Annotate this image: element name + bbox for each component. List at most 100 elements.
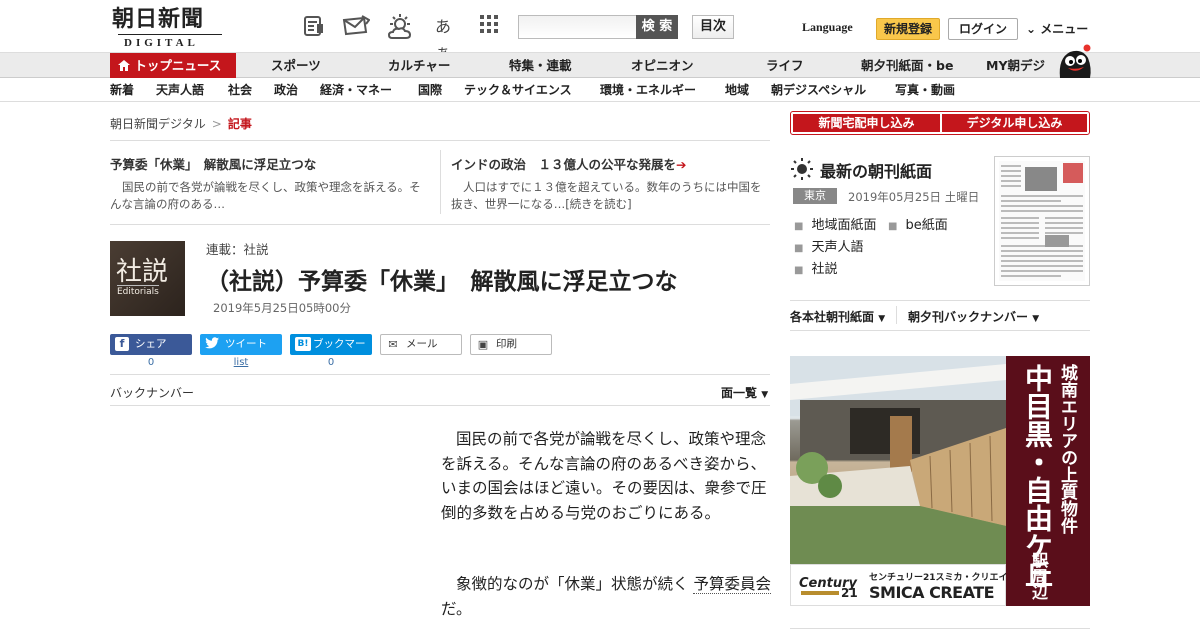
bullet: ■	[794, 243, 804, 254]
nav-photo-video[interactable]: 写真・動画	[895, 78, 955, 102]
paragraph-text: だ。	[441, 599, 472, 618]
divider	[110, 140, 770, 141]
menu-button[interactable]: ⌄ メニュー	[1026, 20, 1088, 37]
backnumber-dropdown[interactable]: 朝夕刊バックナンバー ▼	[908, 308, 1039, 325]
primary-nav: トップニュース スポーツ カルチャー 特集・連載 オピニオン ライフ 朝夕刊紙面…	[0, 52, 1200, 78]
language-link[interactable]: Language	[802, 20, 853, 35]
region-badge: 東京	[793, 188, 837, 204]
arrow-right-icon: ➔	[676, 157, 687, 172]
grid-icon[interactable]	[476, 14, 502, 40]
toc-button[interactable]: 目次	[692, 15, 734, 39]
nav-sports[interactable]: スポーツ	[271, 53, 321, 78]
menu-label: メニュー	[1040, 22, 1089, 36]
term-link[interactable]: 予算委員会	[693, 575, 771, 594]
weather-icon[interactable]	[386, 14, 412, 40]
logo-sub: DIGITAL	[124, 37, 199, 49]
related-article-1[interactable]: 予算委「休業」 解散風に浮足立つな 国民の前で各党が論戦を尽くし、政策や理念を訴…	[110, 154, 428, 213]
morning-paper-title[interactable]: 最新の朝刊紙面	[820, 158, 932, 182]
nav-opinion[interactable]: オピニオン	[631, 53, 694, 78]
link-label: be紙面	[905, 218, 948, 233]
logo-main: 朝日新聞	[112, 6, 205, 32]
tweet-list-link[interactable]: list	[200, 357, 282, 368]
mail-label: メール	[406, 338, 438, 350]
mail-share-button[interactable]: ✉ メール	[380, 334, 462, 355]
mail-icon[interactable]	[342, 14, 371, 40]
caret-down-icon: ▼	[761, 390, 769, 400]
paper-subscribe-button[interactable]: 新聞宅配申し込み	[793, 114, 940, 132]
ad-brand-large: SMICA CREATE	[869, 583, 995, 602]
related-title: インドの政治 １３億人の公平な発展を➔	[451, 154, 769, 173]
divider	[790, 628, 1090, 629]
page-list-label: 面一覧	[721, 386, 758, 400]
mascot-icon[interactable]	[1056, 44, 1092, 78]
login-button[interactable]: ログイン	[948, 18, 1018, 40]
breadcrumb-separator: >	[211, 117, 222, 131]
nav-culture[interactable]: カルチャー	[388, 53, 450, 78]
hatena-icon: B!	[295, 337, 311, 351]
font-size-icon[interactable]: あぁ	[430, 14, 456, 62]
series-label[interactable]: 連載：社説	[206, 239, 269, 258]
page-list-dropdown[interactable]: 面一覧 ▼	[721, 384, 768, 401]
digital-subscribe-button[interactable]: デジタル申し込み	[942, 114, 1087, 132]
nav-economy[interactable]: 経済・マネー	[320, 78, 392, 102]
search-input[interactable]	[518, 15, 636, 39]
ad-brand-small: センチュリー21スミカ・クリエイト	[869, 573, 1017, 583]
register-button[interactable]: 新規登録	[876, 18, 940, 40]
link-label: 天声人語	[811, 240, 864, 255]
facebook-icon: f	[115, 337, 129, 351]
search-button[interactable]: 検 索	[636, 15, 678, 39]
be-paper-link[interactable]: ■ be紙面	[888, 214, 948, 233]
nav-environment[interactable]: 環境・エネルギー	[600, 78, 696, 102]
article-date: 2019年5月25日05時00分	[213, 301, 351, 315]
tensei-jingo-link[interactable]: ■ 天声人語	[794, 236, 863, 255]
hatena-bookmark-button[interactable]: B! ブックマーク	[290, 334, 372, 371]
breadcrumb-home[interactable]: 朝日新聞デジタル	[110, 117, 206, 131]
caret-down-icon: ▼	[1032, 314, 1040, 324]
facebook-share-button[interactable]: f シェア	[110, 334, 192, 355]
thumb-english: Editorials	[117, 285, 159, 297]
link-label: 社説	[811, 262, 838, 277]
nav-international[interactable]: 国際	[418, 78, 442, 102]
site-logo[interactable]: 朝日新聞 DIGITAL	[112, 6, 228, 49]
newspaper-icon[interactable]	[301, 14, 327, 40]
editorial-link[interactable]: ■ 社説	[794, 258, 837, 277]
ad-copy-panel: 城南エリアの上質物件 中目黒・自由ケ丘 駅周辺	[1006, 356, 1090, 606]
printer-icon: ▣	[477, 338, 489, 351]
paper-thumbnail[interactable]	[994, 156, 1090, 286]
divider	[110, 374, 770, 375]
tweet-button[interactable]: ツイート	[200, 334, 282, 355]
related-summary: 国民の前で各党が論戦を尽くし、政策や理念を訴える。そんな言論の府のある…	[110, 180, 421, 211]
editorial-thumbnail: 社説 Editorials	[110, 241, 185, 316]
caret-down-icon: ▼	[878, 314, 886, 324]
nav-tech-science[interactable]: テック＆サイエンス	[464, 78, 572, 102]
nav-latest[interactable]: 新着	[110, 78, 134, 102]
divider	[110, 405, 770, 406]
paper-date: 2019年05月25日 土曜日	[848, 190, 980, 204]
share-label: シェア	[135, 338, 167, 350]
related-article-2[interactable]: インドの政治 １３億人の公平な発展を➔ 人口はすでに１３億を超えている。数年のう…	[451, 154, 769, 213]
nav-special[interactable]: 朝デジスペシャル	[771, 78, 866, 102]
article-paragraph: 国民の前で各党が論戦を尽くし、政策や理念を訴える。そんな言論の府のあるべき姿から…	[441, 430, 767, 522]
nav-features[interactable]: 特集・連載	[509, 53, 572, 78]
regional-paper-link[interactable]: ■ 地域面紙面	[794, 214, 876, 233]
ad-brand-bar: Century 21 センチュリー21スミカ・クリエイト SMICA CREATE	[790, 564, 1017, 606]
article-paragraph: 象徴的なのが「休業」状態が続く 予算委員会 だ。	[441, 572, 773, 621]
nav-society[interactable]: 社会	[228, 78, 252, 102]
backnumber-link[interactable]: バックナンバー	[110, 384, 194, 401]
twitter-icon	[205, 337, 219, 351]
nav-top-news[interactable]: トップニュース	[110, 53, 236, 78]
nav-paper-be[interactable]: 朝夕刊紙面・be	[861, 53, 953, 78]
secondary-nav: 新着 天声人語 社会 政治 経済・マネー 国際 テック＆サイエンス 環境・エネル…	[0, 78, 1200, 102]
nav-life[interactable]: ライフ	[766, 53, 804, 78]
nav-tensei[interactable]: 天声人語	[156, 78, 204, 102]
nav-politics[interactable]: 政治	[274, 78, 298, 102]
related-title: 予算委「休業」 解散風に浮足立つな	[110, 157, 317, 172]
regional-morning-dropdown[interactable]: 各本社朝刊紙面 ▼	[790, 308, 885, 325]
nav-region[interactable]: 地域	[725, 78, 749, 102]
share-count: 0	[147, 357, 155, 368]
divider	[110, 224, 770, 225]
bullet: ■	[888, 221, 898, 232]
nav-my-asahi[interactable]: MY朝デジ	[986, 53, 1045, 78]
real-estate-ad[interactable]: Century 21 センチュリー21スミカ・クリエイト SMICA CREATE…	[790, 356, 1090, 606]
print-button[interactable]: ▣ 印刷	[470, 334, 552, 355]
